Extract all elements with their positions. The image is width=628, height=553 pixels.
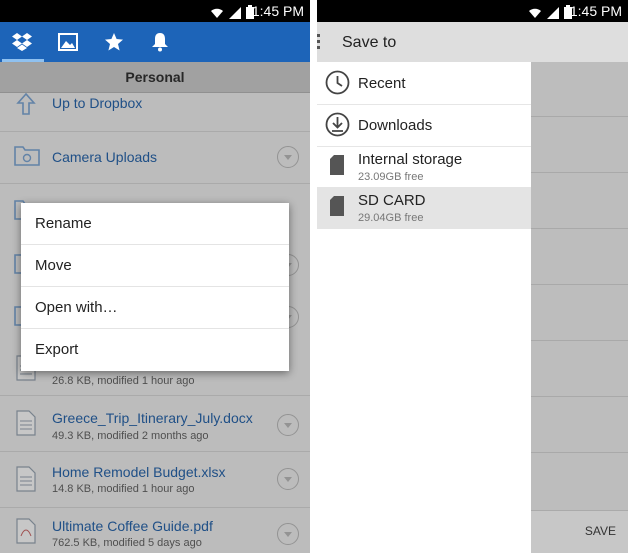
drawer-item-sd-card[interactable]: SD CARD 29.04GB free: [317, 187, 531, 229]
menu-item-open-with[interactable]: Open with…: [21, 287, 289, 329]
drawer-item-label: Internal storage: [358, 151, 463, 168]
drawer-item-sub: 23.09GB free: [358, 171, 424, 183]
storage-drawer: Recent Downloads Internal storage 23.09G…: [317, 62, 531, 553]
menu-item-move[interactable]: Move: [21, 245, 289, 287]
save-button[interactable]: SAVE: [585, 524, 616, 538]
drawer-item-label: SD CARD: [358, 192, 426, 209]
save-to-toolbar: Save to: [317, 22, 628, 62]
drawer-item-label: Downloads: [358, 117, 433, 134]
signal-icon: [229, 7, 241, 19]
drawer-item-recent[interactable]: Recent: [317, 62, 531, 104]
notifications-bell-icon[interactable]: [148, 30, 172, 54]
drawer-item-label: Recent: [358, 75, 406, 92]
wifi-icon: [529, 8, 541, 18]
status-time: 1:45 PM: [251, 3, 304, 19]
drawer-menu-icon[interactable]: [317, 34, 321, 52]
status-icons: [210, 3, 254, 19]
status-icons: [528, 3, 572, 19]
menu-item-rename[interactable]: Rename: [21, 203, 289, 245]
drawer-item-sub: 29.04GB free: [358, 212, 424, 224]
status-bar: 1:45 PM: [0, 0, 310, 22]
page-title: Save to: [342, 34, 397, 51]
dimmed-content[interactable]: [531, 62, 628, 553]
favorites-star-icon[interactable]: [102, 30, 126, 54]
signal-icon: [547, 7, 559, 19]
drawer-item-downloads[interactable]: Downloads: [317, 105, 531, 146]
dropbox-panel: 1:45 PM Personal Up to Dropbox Camera Up…: [0, 0, 310, 553]
status-bar: 1:45 PM: [317, 0, 628, 22]
drawer-item-internal-storage[interactable]: Internal storage 23.09GB free: [317, 147, 531, 187]
download-icon: [325, 112, 350, 137]
dropbox-icon[interactable]: [10, 30, 34, 54]
sd-card-icon: [330, 155, 344, 175]
tab-bar: [0, 22, 310, 62]
context-menu: Rename Move Open with… Export: [21, 203, 289, 371]
clock-icon: [325, 70, 350, 95]
panel-gap: [310, 0, 317, 553]
photos-icon[interactable]: [56, 30, 80, 54]
sd-card-icon: [330, 196, 344, 216]
menu-item-export[interactable]: Export: [21, 329, 289, 371]
wifi-icon: [211, 8, 223, 18]
save-to-panel: 1:45 PM Save to SAVE Recent Downloads In…: [317, 0, 628, 553]
status-time: 1:45 PM: [569, 3, 622, 19]
